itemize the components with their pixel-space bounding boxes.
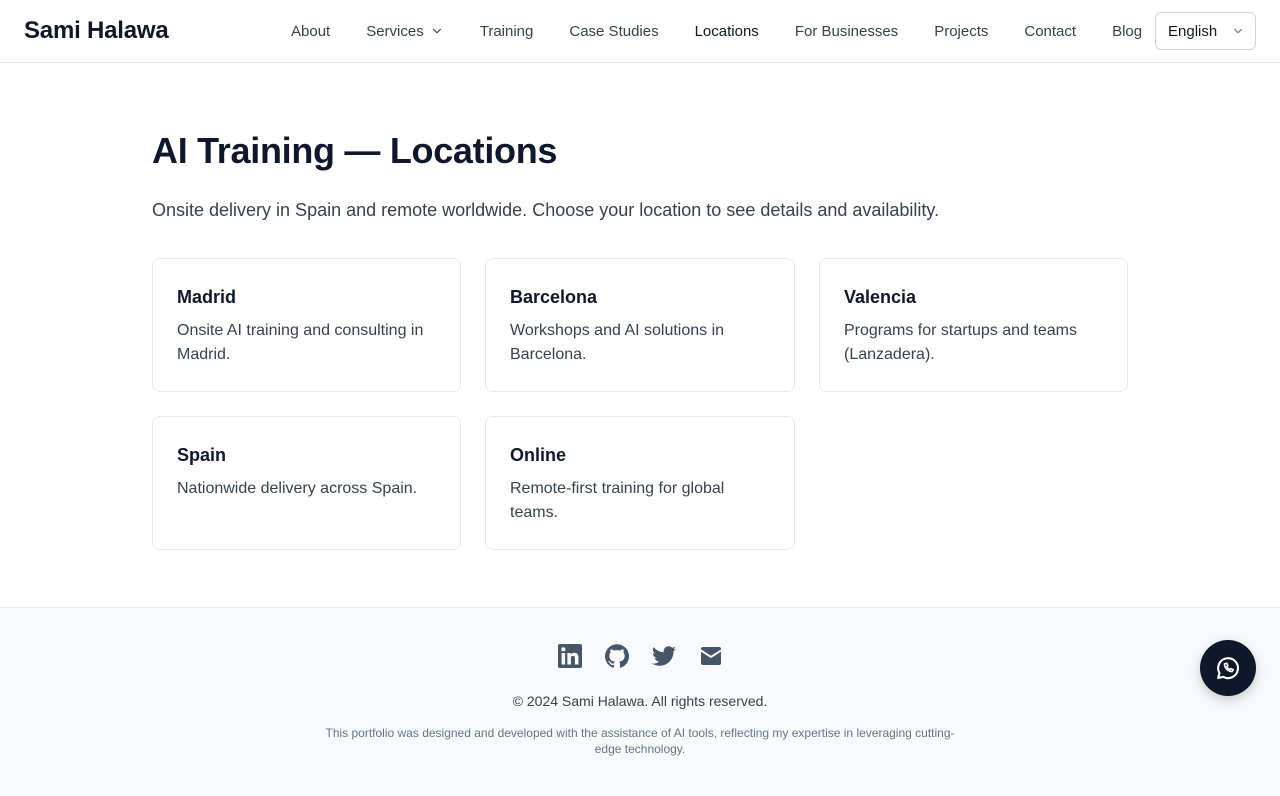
page-subtitle: Onsite delivery in Spain and remote worl… <box>152 200 940 220</box>
email-icon[interactable] <box>699 644 723 668</box>
card-title: Online <box>510 445 567 465</box>
main-content: AI Training — Locations Onsite delivery … <box>0 63 1280 607</box>
linkedin-icon[interactable] <box>557 644 582 668</box>
ai-disclaimer: This portfolio was designed and develope… <box>325 726 955 756</box>
card-title: Barcelona <box>510 287 598 307</box>
nav-services-label: Services <box>366 22 424 40</box>
twitter-icon[interactable] <box>651 644 676 668</box>
social-links <box>0 644 1280 668</box>
copyright-text: © 2024 Sami Halawa. All rights reserved. <box>512 693 768 709</box>
main-nav: About Services Training Case Studies Loc… <box>273 0 1160 62</box>
card-description: Remote-first training for global teams. <box>510 480 725 521</box>
nav-blog[interactable]: Blog <box>1094 23 1160 40</box>
nav-about[interactable]: About <box>273 23 348 40</box>
locations-grid: Madrid Onsite AI training and consulting… <box>152 258 1128 550</box>
language-select[interactable]: English <box>1155 12 1256 50</box>
nav-case-studies[interactable]: Case Studies <box>551 23 676 40</box>
nav-for-businesses[interactable]: For Businesses <box>777 23 916 40</box>
nav-contact[interactable]: Contact <box>1006 23 1094 40</box>
language-selected: English <box>1168 22 1218 40</box>
github-icon[interactable] <box>604 644 629 668</box>
location-card-online[interactable]: Online Remote-first training for global … <box>485 416 795 550</box>
card-description: Nationwide delivery across Spain. <box>177 480 418 497</box>
nav-training[interactable]: Training <box>462 23 552 40</box>
card-description: Onsite AI training and consulting in Mad… <box>177 322 424 363</box>
location-card-madrid[interactable]: Madrid Onsite AI training and consulting… <box>152 258 461 392</box>
whatsapp-icon <box>1217 657 1240 680</box>
card-description: Programs for startups and teams (Lanzade… <box>844 322 1077 363</box>
nav-projects[interactable]: Projects <box>916 23 1006 40</box>
nav-services[interactable]: Services <box>348 23 462 40</box>
card-description: Workshops and AI solutions in Barcelona. <box>510 322 725 363</box>
site-footer: © 2024 Sami Halawa. All rights reserved.… <box>0 607 1280 796</box>
location-card-barcelona[interactable]: Barcelona Workshops and AI solutions in … <box>485 258 795 392</box>
chevron-down-icon <box>432 28 441 34</box>
brand-logo[interactable]: Sami Halawa <box>24 17 169 45</box>
page-title: AI Training — Locations <box>152 130 558 171</box>
chevron-down-icon <box>1233 28 1243 34</box>
location-card-valencia[interactable]: Valencia Programs for startups and teams… <box>819 258 1128 392</box>
location-card-spain[interactable]: Spain Nationwide delivery across Spain. <box>152 416 461 550</box>
nav-locations[interactable]: Locations <box>677 23 777 40</box>
site-header: Sami Halawa About Services Training Case… <box>0 0 1280 63</box>
whatsapp-button[interactable] <box>1200 640 1256 696</box>
card-title: Valencia <box>844 287 917 307</box>
card-title: Madrid <box>177 287 237 307</box>
card-title: Spain <box>177 445 227 465</box>
